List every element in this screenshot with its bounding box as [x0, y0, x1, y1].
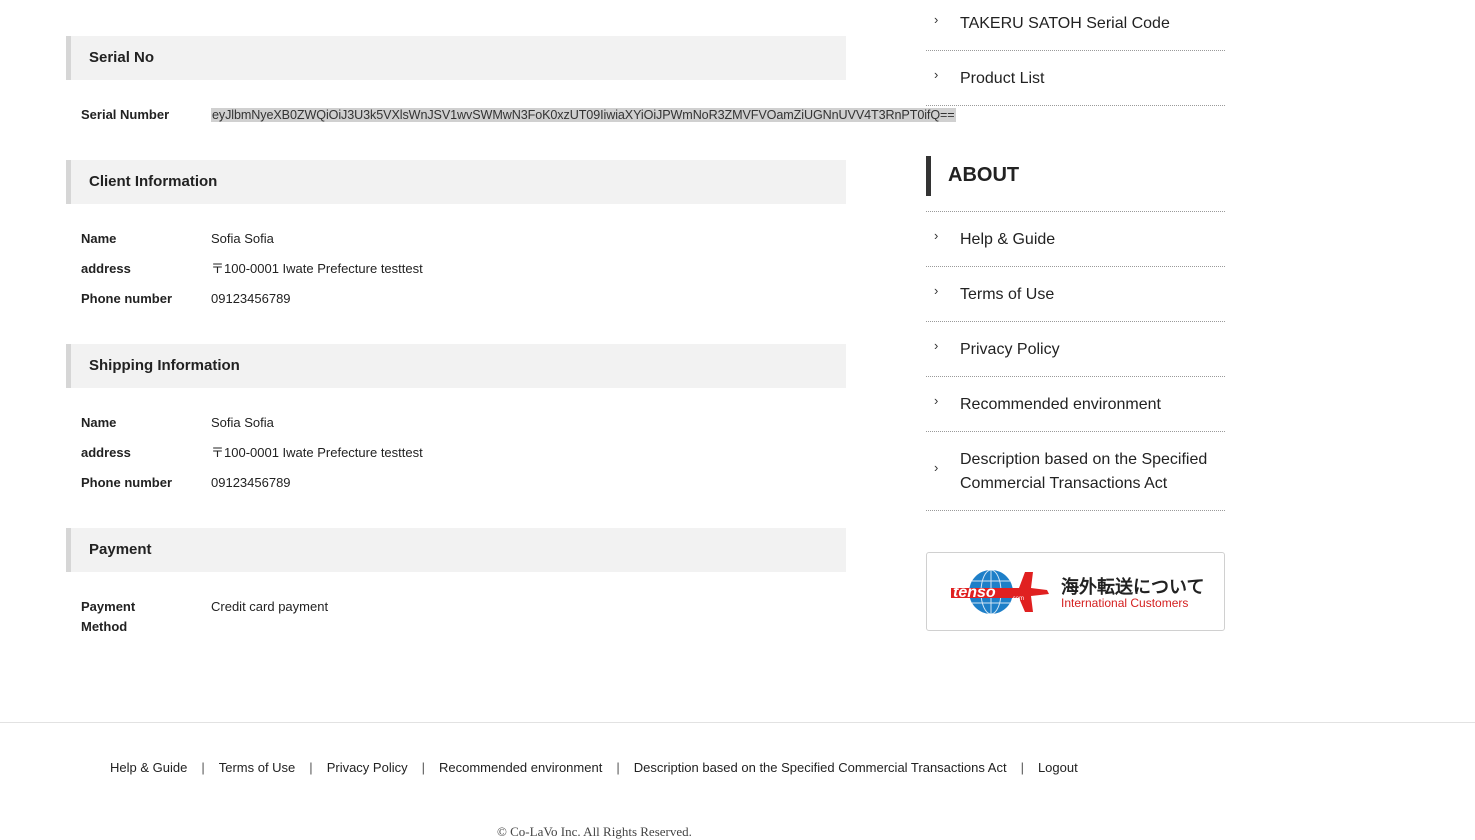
chevron-right-icon: ›	[934, 338, 939, 353]
sidebar-item-privacy-policy[interactable]: › Privacy Policy	[926, 322, 1225, 377]
sidebar-item-label: Description based on the Specified Commer…	[960, 448, 1207, 496]
sidebar-item-recommended-environment[interactable]: › Recommended environment	[926, 377, 1225, 432]
sidebar-item-label: Terms of Use	[960, 286, 1055, 303]
footer-nav: Help & Guide | Terms of Use | Privacy Policy…	[110, 760, 1078, 775]
footer-separator: |	[421, 760, 425, 775]
copyright: © Co-LaVo Inc. All Rights Reserved.	[497, 824, 692, 839]
shipping-section-header: Shipping Information	[66, 344, 846, 388]
payment-method-value: Credit card payment	[211, 599, 329, 614]
footer-link-commercial-transactions[interactable]: Description based on the Specified Comme…	[634, 760, 1007, 775]
footer-separator: |	[201, 760, 205, 775]
payment-section-header: Payment	[66, 528, 846, 572]
label-line-2: Commercial Transactions Act	[960, 475, 1168, 492]
label-line-1: Description based on the Specified	[960, 451, 1208, 468]
shipping-name-value: Sofia Sofia	[211, 415, 274, 430]
chevron-right-icon: ›	[934, 393, 939, 408]
chevron-right-icon: ›	[934, 12, 939, 27]
footer-link-help-guide[interactable]: Help & Guide	[110, 760, 187, 775]
field-label: Name	[81, 231, 117, 246]
field-label: Name	[81, 415, 117, 430]
client-phone-value: 09123456789	[211, 291, 291, 306]
footer-separator: |	[616, 760, 620, 775]
sidebar-item-label: TAKERU SATOH Serial Code	[960, 15, 1170, 32]
footer-link-terms-of-use[interactable]: Terms of Use	[219, 760, 296, 775]
footer-divider	[0, 722, 1475, 723]
section-title: Client Information	[89, 173, 218, 190]
shipping-phone-value: 09123456789	[211, 475, 291, 490]
section-title: Serial No	[89, 49, 155, 66]
field-label: address	[81, 445, 131, 460]
sidebar-item-commercial-transactions[interactable]: › Description based on the Specified Comm…	[926, 432, 1225, 511]
field-label: Phone number	[81, 291, 173, 306]
about-title: ABOUT	[948, 164, 1020, 186]
tenso-logo-icon: tenso .com	[951, 569, 1049, 615]
sidebar-item-help-guide[interactable]: › Help & Guide	[926, 212, 1225, 267]
field-label: Serial Number	[81, 107, 170, 122]
client-name-value: Sofia Sofia	[211, 231, 274, 246]
sidebar-item-label: Help & Guide	[960, 231, 1056, 248]
tenso-international-banner[interactable]: tenso .com 海外転送について International Custom…	[926, 552, 1225, 631]
client-section-header: Client Information	[66, 160, 846, 204]
shipping-address-value: 〒100-0001 Iwate Prefecture testtest	[211, 445, 423, 460]
sidebar-item-terms-of-use[interactable]: › Terms of Use	[926, 267, 1225, 322]
footer-separator: |	[1020, 760, 1024, 775]
chevron-right-icon: ›	[934, 67, 939, 82]
chevron-right-icon: ›	[934, 283, 939, 298]
tenso-logo-text: tenso	[953, 584, 996, 601]
banner-en-text: International Customers	[1061, 596, 1189, 610]
field-label: Payment Method	[81, 597, 191, 637]
chevron-right-icon: ›	[934, 228, 939, 243]
footer-link-logout[interactable]: Logout	[1038, 760, 1078, 775]
field-label-line-2: Method	[81, 619, 128, 634]
sidebar-item-label: Privacy Policy	[960, 341, 1060, 358]
serial-number-text[interactable]: eyJlbmNyeXB0ZWQiOiJ3U3k5VXlsWnJSV1wvSWMw…	[211, 108, 956, 122]
serial-section-header: Serial No	[66, 36, 846, 80]
footer-separator: |	[309, 760, 313, 775]
footer-link-privacy-policy[interactable]: Privacy Policy	[327, 760, 408, 775]
field-label: Phone number	[81, 475, 173, 490]
field-label-line-1: Payment	[81, 599, 136, 614]
tenso-logo-suffix: .com	[1011, 596, 1024, 602]
section-title: Shipping Information	[89, 357, 240, 374]
chevron-right-icon: ›	[934, 460, 939, 475]
field-label: address	[81, 261, 131, 276]
about-heading: ABOUT	[926, 156, 1225, 196]
client-address-value: 〒100-0001 Iwate Prefecture testtest	[211, 261, 423, 276]
sidebar-item-label: Recommended environment	[960, 396, 1161, 413]
footer-link-recommended-environment[interactable]: Recommended environment	[439, 760, 602, 775]
sidebar-item-serial-code[interactable]: › TAKERU SATOH Serial Code	[926, 0, 1225, 51]
serial-number-value[interactable]: eyJlbmNyeXB0ZWQiOiJ3U3k5VXlsWnJSV1wvSWMw…	[211, 105, 956, 125]
section-title: Payment	[89, 541, 152, 558]
sidebar-item-product-list[interactable]: › Product List	[926, 51, 1225, 106]
sidebar-item-label: Product List	[960, 70, 1045, 87]
